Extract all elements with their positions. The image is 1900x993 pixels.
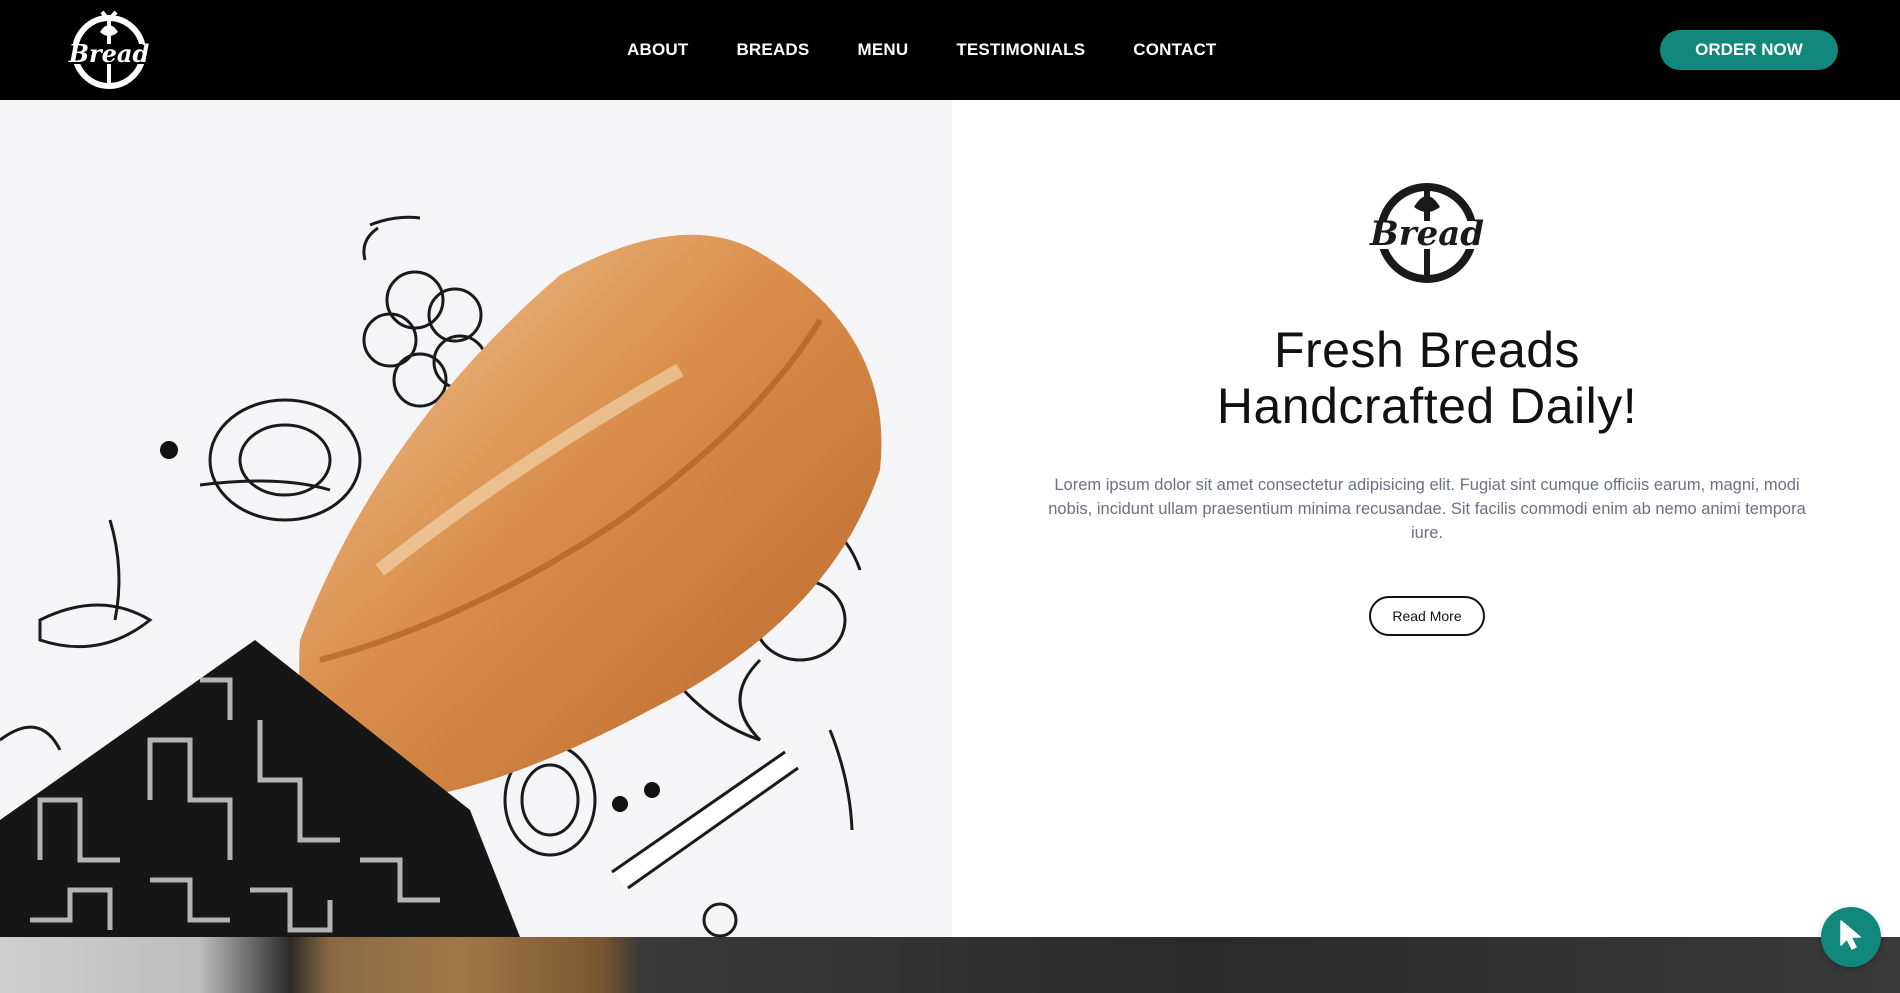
nav-link-breads[interactable]: BREADS	[736, 40, 809, 59]
hero-title-line-2: Handcrafted Daily!	[1216, 378, 1638, 434]
order-now-button[interactable]: ORDER NOW	[1660, 30, 1838, 70]
svg-text:Bread: Bread	[1369, 214, 1484, 254]
hero-brand-logo: Bread	[1364, 177, 1490, 287]
nav-menu: ABOUT BREADS MENU TESTIMONIALS CONTACT	[627, 0, 1217, 100]
brand-logo[interactable]: Bread	[62, 10, 156, 90]
nav-item: TESTIMONIALS	[956, 40, 1085, 60]
svg-text:Bread: Bread	[68, 39, 150, 68]
read-more-button[interactable]: Read More	[1369, 596, 1485, 636]
nav-link-contact[interactable]: CONTACT	[1133, 40, 1216, 59]
nav-item: ABOUT	[627, 40, 688, 60]
nav-link-menu[interactable]: MENU	[857, 40, 908, 59]
cursor-arrow-icon	[1837, 919, 1865, 956]
nav-item: BREADS	[736, 40, 809, 60]
nav-link-about[interactable]: ABOUT	[627, 40, 688, 59]
hero-title-line-1: Fresh Breads	[1273, 322, 1581, 378]
hero-description: Lorem ipsum dolor sit amet consectetur a…	[1048, 476, 1806, 542]
top-navbar: Bread ABOUT BREADS MENU TESTIMONIALS CON…	[0, 0, 1900, 100]
nav-item: MENU	[857, 40, 908, 60]
nav-item: CONTACT	[1133, 40, 1216, 60]
hero-title: Fresh Breads Handcrafted Daily!	[1052, 322, 1802, 434]
bread-illustration	[0, 215, 882, 937]
next-section-preview	[0, 937, 1900, 993]
nav-link-testimonials[interactable]: TESTIMONIALS	[956, 40, 1085, 59]
floating-cursor-button[interactable]	[1821, 907, 1881, 967]
hero-image	[0, 100, 952, 937]
